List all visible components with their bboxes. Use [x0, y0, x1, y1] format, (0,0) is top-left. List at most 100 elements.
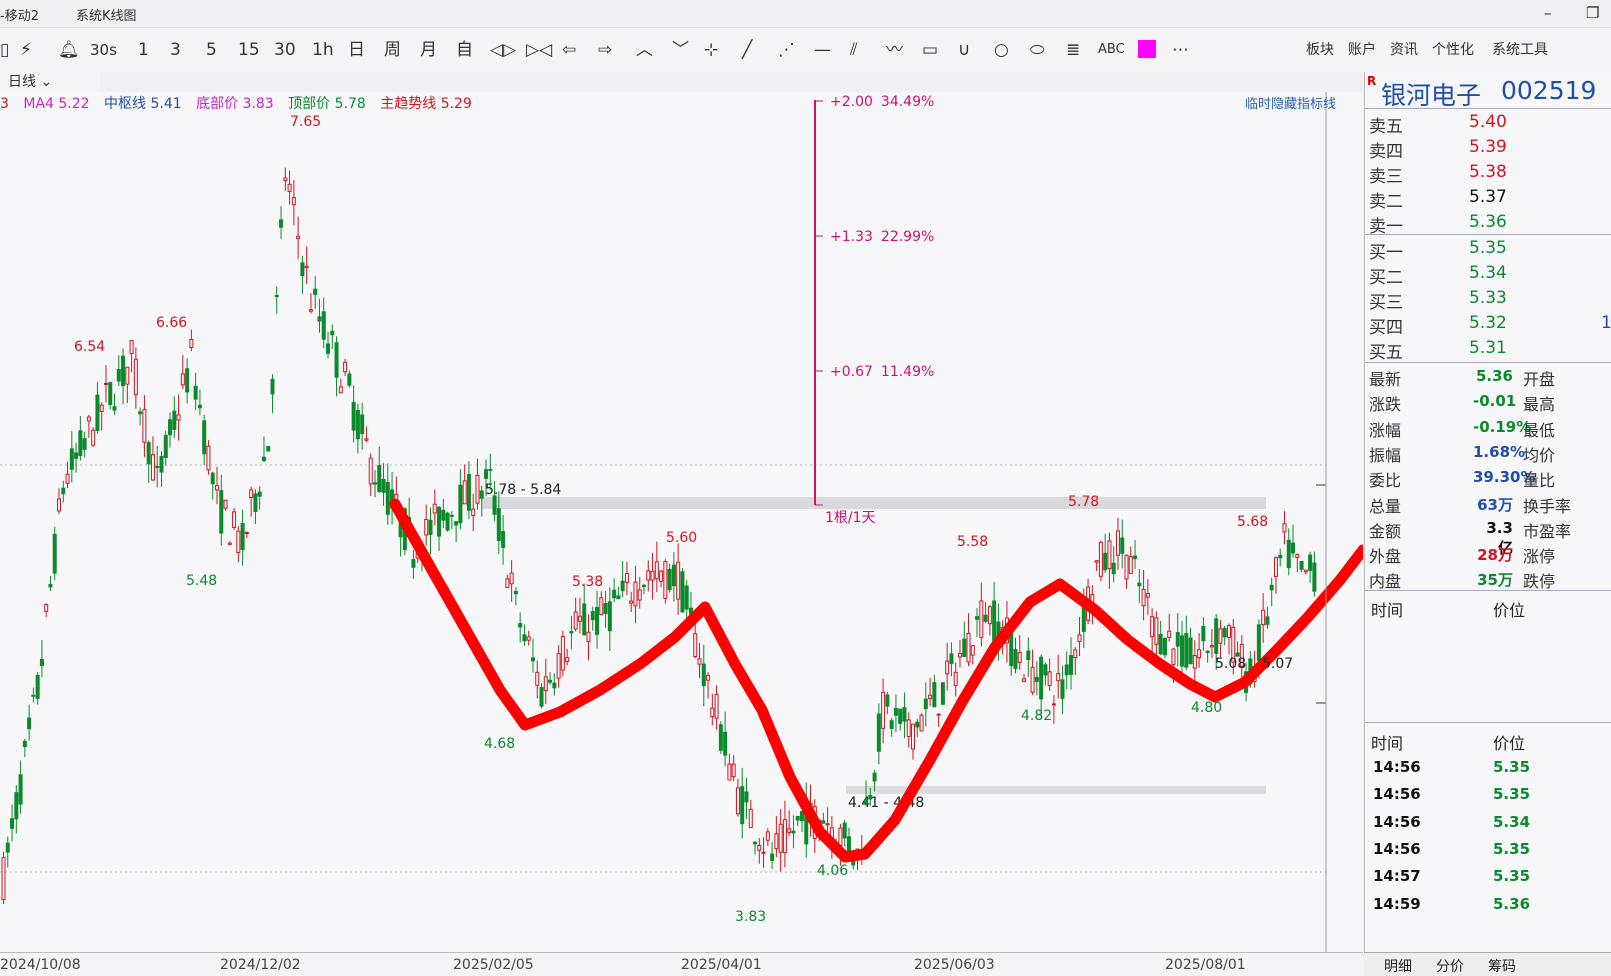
tick-row[interactable]: 14:59 5.36 [1365, 891, 1611, 918]
ask-row[interactable]: 卖四 5.39 [1365, 135, 1611, 162]
candle-body [377, 465, 382, 493]
tab-price-distribution[interactable]: 分价 [1436, 956, 1464, 976]
tick-row[interactable]: 14:56 5.35 [1365, 836, 1611, 863]
arrow-left-icon[interactable]: ⇦ [562, 40, 576, 60]
period-5m-button[interactable]: 5 [206, 40, 217, 60]
tick-row[interactable]: 14:56 5.35 [1365, 781, 1611, 808]
arrow-right-icon[interactable]: ⇨ [598, 40, 612, 60]
menu-sector[interactable]: 板块 [1306, 40, 1334, 60]
color-picker-swatch[interactable] [1138, 40, 1156, 58]
bid-row[interactable]: 买五 5.31 [1365, 336, 1611, 363]
candle-body [432, 503, 437, 514]
period-15m-button[interactable]: 15 [238, 40, 260, 60]
period-month-button[interactable]: 月 [420, 40, 437, 60]
ask-row[interactable]: 卖三 5.38 [1365, 160, 1611, 187]
quote-label-2: 量比 [1523, 471, 1556, 491]
candle-body [552, 682, 557, 689]
date-axis: 2024/10/08 2024/12/02 2025/02/05 2025/04… [0, 952, 1363, 976]
indicator-ma3: 3 [0, 96, 9, 112]
candle-body [381, 478, 386, 493]
ask-label: 卖二 [1369, 192, 1403, 212]
candle-body [795, 815, 800, 821]
candle-body [535, 671, 540, 686]
candle-body [496, 508, 501, 542]
hide-indicators-link[interactable]: 临时隐藏指标线 [1245, 93, 1336, 112]
candle-body [876, 713, 881, 752]
kline-chart[interactable]: 5.78 - 5.84 4.41 - 4.48 +2.00 34.49% +1.3… [0, 92, 1363, 952]
tick-row[interactable]: 14:56 5.34 [1365, 809, 1611, 836]
candle-body [462, 480, 467, 505]
period-custom-button[interactable]: 自 [456, 40, 473, 60]
ask-row[interactable]: 卖五 5.40 [1365, 110, 1611, 137]
menu-account[interactable]: 账户 [1348, 40, 1376, 60]
period-3m-button[interactable]: 3 [170, 40, 181, 60]
text-tool-button[interactable]: ABC [1098, 40, 1125, 60]
title-bar: -移动2 系统K线图 – ❐ [0, 0, 1611, 28]
quote-label-2: 跌停 [1523, 572, 1556, 592]
candle-body [261, 456, 266, 462]
chevron-down-icon[interactable]: ﹀ [672, 40, 689, 60]
quote-label: 涨跌 [1369, 395, 1402, 415]
restore-icon[interactable]: ❐ [1586, 4, 1599, 22]
candle-body [603, 603, 608, 615]
rectangle-tool-icon[interactable]: ▭ [922, 40, 938, 60]
period-30s-button[interactable]: 30s [90, 40, 117, 60]
candle-body [1128, 556, 1133, 574]
bid-row[interactable]: 买一 5.35 [1365, 236, 1611, 263]
zoom-in-icon[interactable]: ◁▷ [490, 40, 516, 60]
minimize-icon[interactable]: – [1544, 4, 1552, 22]
alarm-bell-icon[interactable]: 🔔︎ [58, 40, 80, 60]
menu-system-tools[interactable]: 系统工具 [1492, 40, 1548, 60]
candle-body [642, 584, 646, 588]
tab-detail[interactable]: 明细 [1384, 956, 1412, 976]
chevron-up-icon[interactable]: ︿ [636, 40, 653, 60]
line-tool-icon[interactable]: ╱ [742, 40, 752, 60]
ray-tool-icon[interactable]: ⋰ [778, 40, 795, 60]
candle-body [103, 382, 108, 385]
period-select[interactable]: 日线 ⌄ [0, 72, 100, 92]
panel-toggle-icon[interactable]: ▯ [0, 40, 9, 60]
lightning-icon[interactable]: ⚡ [20, 40, 32, 60]
ellipse-tool-icon[interactable]: ⬭ [1030, 40, 1045, 60]
tick-row[interactable]: 14:56 5.35 [1365, 754, 1611, 781]
period-1m-button[interactable]: 1 [138, 40, 149, 60]
crosshair-icon[interactable]: ⊹ [704, 40, 718, 60]
arc-tool-icon[interactable]: ∪ [958, 40, 970, 60]
quote-value: -0.19% [1473, 417, 1532, 436]
candle-body [1299, 560, 1304, 570]
candle-body [1209, 645, 1214, 648]
tick-row[interactable]: 14:57 5.35 [1365, 863, 1611, 890]
circle-tool-icon[interactable]: ○ [994, 40, 1009, 60]
quote-row: 涨跌 -0.01 最高 [1365, 389, 1611, 415]
period-1h-button[interactable]: 1h [312, 40, 334, 60]
candle-body [296, 235, 301, 240]
candle-body [168, 419, 173, 436]
hline-tool-icon[interactable]: — [814, 40, 831, 60]
fibonacci-tool-icon[interactable]: ≣ [1066, 40, 1080, 60]
bid-row[interactable]: 买三 5.33 [1365, 286, 1611, 313]
menu-news[interactable]: 资讯 [1390, 40, 1418, 60]
period-week-button[interactable]: 周 [384, 40, 401, 60]
ask-row[interactable]: 卖二 5.37 [1365, 185, 1611, 212]
candle-body [975, 616, 980, 620]
bid-row[interactable]: 买二 5.34 [1365, 261, 1611, 288]
candle-body [112, 406, 117, 411]
candle-body [52, 533, 57, 574]
candle-body [1265, 616, 1270, 625]
period-day-button[interactable]: 日 [348, 40, 365, 60]
candle-body [202, 420, 207, 455]
period-30m-button[interactable]: 30 [274, 40, 296, 60]
polyline-tool-icon[interactable]: 〰 [886, 40, 903, 60]
indicator-center-line: 中枢线 5.41 [104, 96, 182, 112]
candle-body [1278, 554, 1283, 559]
bid-row[interactable]: 买四 5.32 1 [1365, 311, 1611, 338]
parallel-tool-icon[interactable]: ⫽ [850, 40, 858, 60]
tab-chips[interactable]: 筹码 [1488, 956, 1516, 976]
candle-body [1180, 635, 1185, 667]
menu-personalize[interactable]: 个性化 [1432, 40, 1474, 60]
label-low-548: 5.48 [186, 573, 217, 589]
indicator-top-price: 顶部价 5.78 [288, 96, 366, 112]
more-icon[interactable]: ⋯ [1172, 40, 1189, 60]
ask-row[interactable]: 卖一 5.36 [1365, 210, 1611, 237]
zoom-out-icon[interactable]: ▷◁ [526, 40, 552, 60]
